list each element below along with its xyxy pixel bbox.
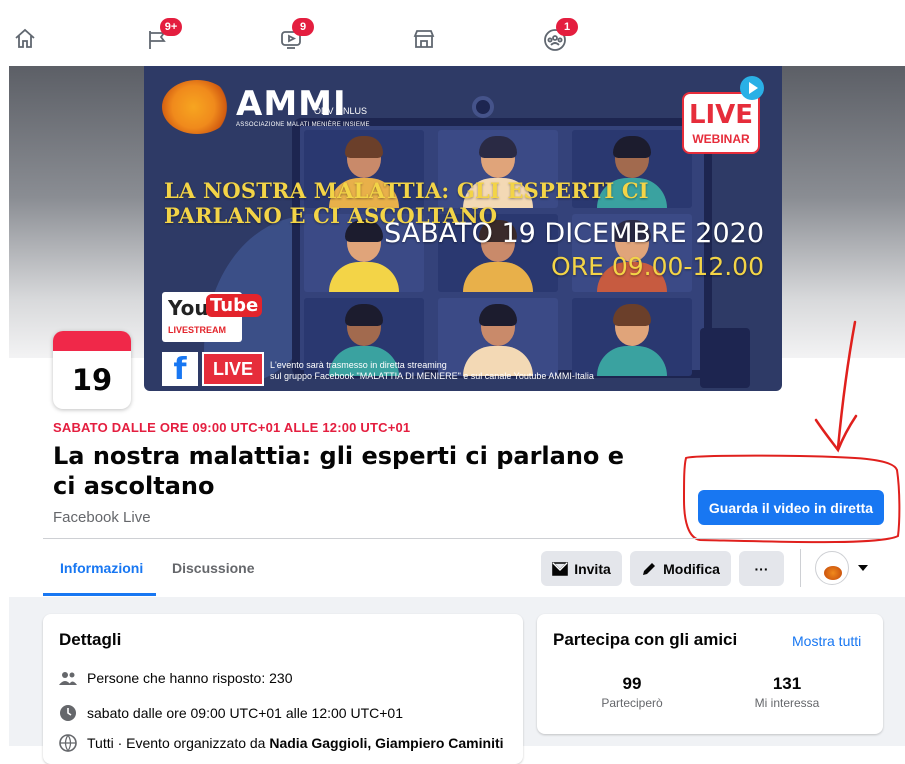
details-card: Dettagli Persone che hanno risposto: 230…: [43, 614, 523, 764]
event-title: La nostra malattia: gli esperti ci parla…: [53, 442, 625, 500]
facebook-logo-icon: f: [162, 352, 198, 387]
watch-video-icon[interactable]: 9: [276, 18, 314, 52]
webcam-illustration: [472, 96, 494, 118]
going-label: Parteciperò: [601, 696, 663, 710]
groups-notification-badge: 1: [556, 18, 578, 36]
ammi-logo-text: AMMI: [236, 84, 347, 124]
cover-time: ORE 09.00-12.00: [551, 252, 764, 281]
page-avatar[interactable]: [815, 551, 849, 585]
chevron-down-icon[interactable]: [858, 565, 868, 571]
cover-date: SABATO 19 DICEMBRE 2020: [384, 218, 764, 249]
active-tab-indicator: [43, 593, 156, 596]
organizer-prefix: Tutti · Evento organizzato da: [87, 735, 270, 751]
actions-separator: [800, 549, 801, 587]
globe-icon: [59, 734, 77, 752]
pages-flag-icon[interactable]: 9+: [144, 18, 182, 52]
webinar-word: WEBINAR: [692, 132, 750, 146]
friends-title: Partecipa con gli amici: [553, 630, 738, 649]
event-date-time: SABATO DALLE ORE 09:00 UTC+01 ALLE 12:00…: [53, 420, 411, 435]
interested-label: Mi interessa: [754, 696, 820, 710]
time-row: sabato dalle ore 09:00 UTC+01 alle 12:00…: [59, 704, 403, 722]
groups-icon[interactable]: 1: [540, 18, 578, 52]
interested-count[interactable]: 131: [732, 674, 842, 694]
responded-text: Persone che hanno risposto: 230: [87, 670, 293, 686]
calendar-header: [53, 331, 131, 351]
people-icon: [59, 669, 77, 687]
calendar-day: 19: [71, 363, 113, 397]
live-webinar-badge: LIVE WEBINAR: [682, 92, 760, 154]
header-divider: [43, 538, 881, 539]
live-word: LIVE: [688, 100, 754, 130]
going-count[interactable]: 99: [577, 674, 687, 694]
responded-row: Persone che hanno risposto: 230: [59, 669, 292, 687]
edit-label: Modifica: [663, 560, 720, 577]
home-icon[interactable]: [10, 26, 40, 52]
event-host[interactable]: Facebook Live: [53, 509, 151, 526]
youtube-you: You: [168, 296, 209, 320]
watch-notification-badge: 9: [292, 18, 314, 36]
watch-live-video-button[interactable]: Guarda il video in diretta: [698, 490, 884, 525]
show-all-link[interactable]: Mostra tutti: [792, 633, 861, 649]
clock-icon: [59, 704, 77, 722]
more-options-button[interactable]: ···: [739, 551, 784, 586]
tab-informazioni[interactable]: Informazioni: [60, 560, 143, 576]
stream-note-line-1: L'evento sarà trasmesso in diretta strea…: [270, 360, 447, 370]
pages-notification-badge: 9+: [160, 18, 182, 36]
organizer-names[interactable]: Nadia Gaggioli, Giampiero Caminiti: [269, 735, 503, 751]
invite-label: Invita: [574, 560, 611, 577]
stream-note-line-2: sul gruppo Facebook "MALATTIA DI MENIERE…: [270, 371, 594, 381]
ammi-suffix: ODV ONLUS: [314, 106, 368, 116]
edit-button[interactable]: Modifica: [630, 551, 731, 586]
tab-discussione[interactable]: Discussione: [172, 560, 254, 576]
details-title: Dettagli: [59, 630, 122, 649]
play-icon: [740, 76, 764, 100]
event-cover-image[interactable]: AMMI ODV ONLUS ASSOCIAZIONE MALATI MENIÈ…: [144, 66, 782, 391]
organizer-row: Tutti · Evento organizzato da Nadia Gagg…: [59, 734, 504, 752]
pencil-icon: [643, 562, 656, 575]
marketplace-store-icon[interactable]: [409, 26, 439, 52]
calendar-date-badge: 19: [53, 331, 131, 409]
ammi-tagline: ASSOCIAZIONE MALATI MENIÈRE INSIEME: [236, 122, 370, 128]
friends-card: Partecipa con gli amici Mostra tutti 99 …: [537, 614, 883, 734]
facebook-live-label: LIVE: [202, 352, 264, 386]
youtube-livestream-logo: You Tube LIVESTREAM: [162, 292, 263, 342]
time-text: sabato dalle ore 09:00 UTC+01 alle 12:00…: [87, 705, 403, 721]
envelope-icon: [552, 561, 569, 576]
top-navigation-bar: 9+ 9 1: [0, 0, 905, 66]
youtube-livestream-label: LIVESTREAM: [168, 325, 227, 335]
invite-button[interactable]: Invita: [541, 551, 622, 586]
mug-illustration: [700, 328, 750, 388]
stream-note: L'evento sarà trasmesso in diretta strea…: [270, 360, 594, 382]
ammi-logo-icon: [162, 80, 232, 134]
youtube-tube: Tube: [206, 294, 263, 317]
